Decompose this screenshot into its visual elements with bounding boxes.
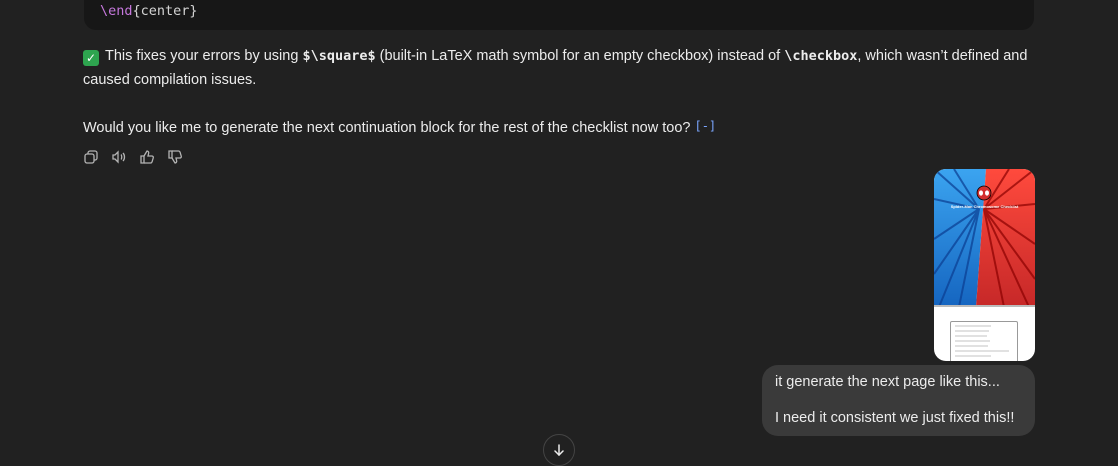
fix-text-pre: This fixes your errors by using (105, 48, 303, 64)
user-message-line: I need it consistent we just fixed this!… (775, 410, 1015, 426)
thumbs-down-icon[interactable] (166, 148, 184, 166)
message-actions (82, 148, 184, 166)
attached-image[interactable]: Spider-Man Chromosome Checklist (934, 169, 1035, 361)
user-message-bubble: it generate the next page like this... I… (762, 365, 1035, 436)
code-block: \end{center} (84, 0, 1034, 30)
read-aloud-icon[interactable] (110, 148, 128, 166)
citation-icon[interactable]: [-] (694, 114, 716, 138)
code-keyword: \end (100, 3, 133, 19)
code-line: \end{center} (100, 3, 198, 19)
scroll-to-bottom-button[interactable] (543, 434, 575, 466)
cover-title: Spider-Man Chromosome Checklist (950, 204, 1019, 209)
inline-code-square: $\square$ (302, 48, 376, 64)
code-argument: {center} (132, 3, 198, 19)
assistant-fix-paragraph: ✓ This fixes your errors by using $\squar… (83, 44, 1033, 92)
check-mark-icon: ✓ (83, 50, 99, 66)
comic-cover-art (934, 169, 1035, 307)
fix-text-mid: (built-in LaTeX math symbol for an empty… (375, 48, 785, 64)
checklist-preview (950, 321, 1018, 361)
assistant-question: Would you like me to generate the next c… (83, 114, 1033, 140)
user-message-line: it generate the next page like this... (775, 374, 1000, 390)
thumbs-up-icon[interactable] (138, 148, 156, 166)
inline-code-checkbox: \checkbox (784, 48, 858, 64)
arrow-down-icon (554, 444, 564, 456)
question-text: Would you like me to generate the next c… (83, 120, 691, 136)
copy-icon[interactable] (82, 148, 100, 166)
